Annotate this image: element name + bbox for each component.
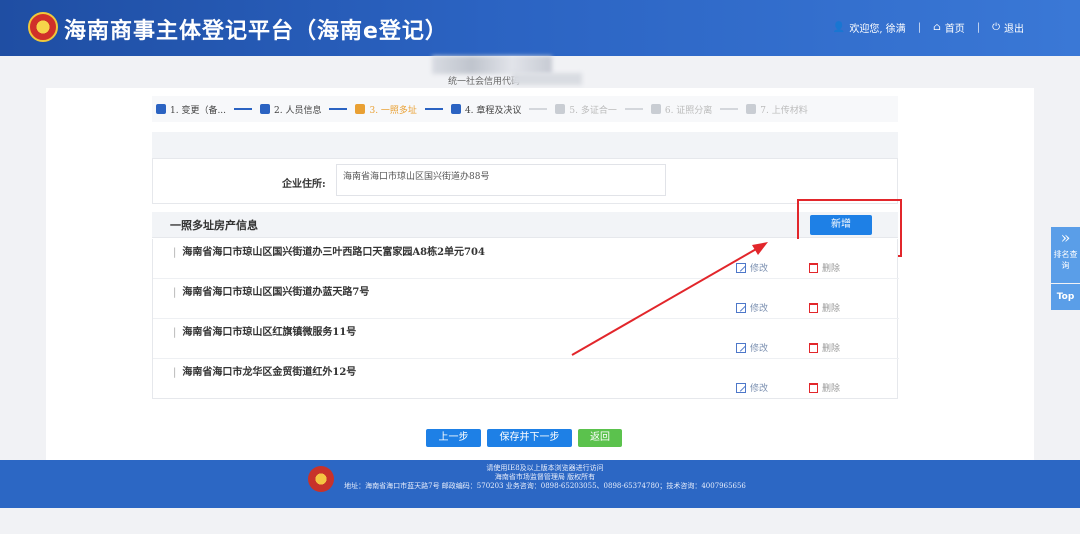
annotation-arrow bbox=[571, 242, 768, 356]
back-to-top-button[interactable]: Top bbox=[1051, 284, 1080, 310]
double-chevron-icon: » bbox=[1060, 228, 1071, 247]
side-ranking-label: 排名查询 bbox=[1053, 250, 1078, 270]
side-ranking-panel[interactable]: » 排名查询 bbox=[1051, 227, 1080, 283]
save-next-button[interactable]: 保存并下一步 bbox=[487, 429, 572, 447]
market-regulation-logo bbox=[308, 466, 334, 492]
prev-step-button[interactable]: 上一步 bbox=[426, 429, 481, 447]
back-button[interactable]: 返回 bbox=[578, 429, 622, 447]
arrow-head bbox=[752, 242, 768, 255]
footer-address: 地址：海南省海口市蓝天路7号 邮政编码：570203 业务咨询：0898-652… bbox=[344, 482, 746, 490]
bottom-strip bbox=[0, 508, 1080, 534]
arrow-line bbox=[571, 247, 759, 356]
